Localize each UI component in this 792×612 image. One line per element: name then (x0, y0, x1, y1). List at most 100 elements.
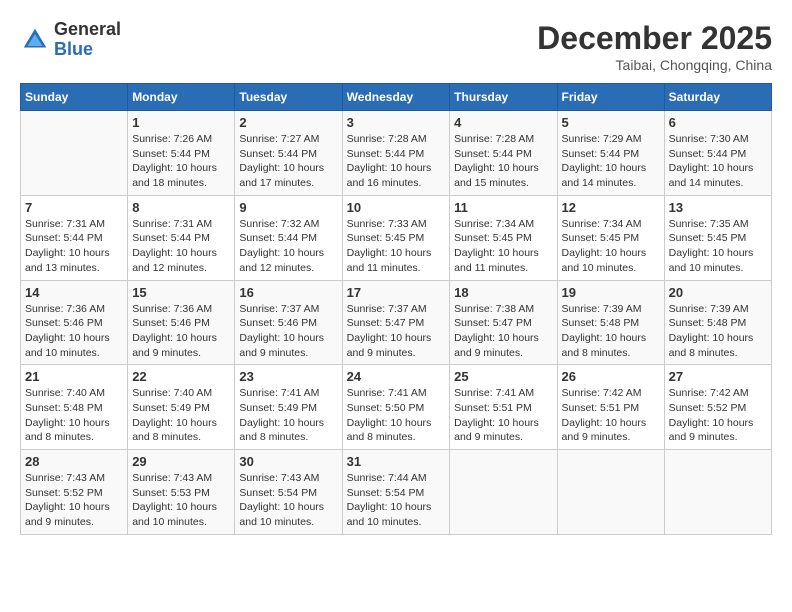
day-info: Sunrise: 7:40 AMSunset: 5:48 PMDaylight:… (25, 386, 123, 445)
calendar-cell: 30Sunrise: 7:43 AMSunset: 5:54 PMDayligh… (235, 450, 342, 535)
calendar-week-row: 28Sunrise: 7:43 AMSunset: 5:52 PMDayligh… (21, 450, 772, 535)
day-info: Sunrise: 7:36 AMSunset: 5:46 PMDaylight:… (25, 302, 123, 361)
day-info: Sunrise: 7:33 AMSunset: 5:45 PMDaylight:… (347, 217, 446, 276)
day-number: 11 (454, 200, 552, 215)
location: Taibai, Chongqing, China (537, 57, 772, 73)
calendar-week-row: 21 Sunrise: 7:40 AMSunset: 5:48 PMDayligh… (21, 365, 772, 450)
calendar-cell: 14 Sunrise: 7:36 AMSunset: 5:46 PMDayligh… (21, 280, 128, 365)
day-number: 19 (562, 285, 660, 300)
calendar-cell: 3Sunrise: 7:28 AMSunset: 5:44 PMDaylight… (342, 111, 450, 196)
day-info: Sunrise: 7:41 AMSunset: 5:50 PMDaylight:… (347, 386, 446, 445)
calendar-cell: 8 Sunrise: 7:31 AMSunset: 5:44 PMDaylight… (128, 195, 235, 280)
calendar-cell (664, 450, 771, 535)
day-number: 20 (669, 285, 767, 300)
day-number: 27 (669, 369, 767, 384)
day-info: Sunrise: 7:43 AMSunset: 5:54 PMDaylight:… (239, 471, 337, 530)
calendar-cell (21, 111, 128, 196)
day-info: Sunrise: 7:32 AMSunset: 5:44 PMDaylight:… (239, 217, 337, 276)
calendar-cell: 25 Sunrise: 7:41 AMSunset: 5:51 PMDayligh… (450, 365, 557, 450)
day-number: 15 (132, 285, 230, 300)
calendar-cell (450, 450, 557, 535)
calendar-cell: 18Sunrise: 7:38 AMSunset: 5:47 PMDayligh… (450, 280, 557, 365)
day-number: 7 (25, 200, 123, 215)
calendar-cell: 21 Sunrise: 7:40 AMSunset: 5:48 PMDayligh… (21, 365, 128, 450)
calendar-table: SundayMondayTuesdayWednesdayThursdayFrid… (20, 83, 772, 535)
day-number: 8 (132, 200, 230, 215)
day-number: 31 (347, 454, 446, 469)
day-info: Sunrise: 7:35 AMSunset: 5:45 PMDaylight:… (669, 217, 767, 276)
calendar-cell: 27 Sunrise: 7:42 AMSunset: 5:52 PMDayligh… (664, 365, 771, 450)
day-number: 1 (132, 115, 230, 130)
day-info: Sunrise: 7:41 AMSunset: 5:49 PMDaylight:… (239, 386, 337, 445)
day-number: 23 (239, 369, 337, 384)
logo-icon (20, 25, 50, 55)
day-number: 10 (347, 200, 446, 215)
day-number: 9 (239, 200, 337, 215)
calendar-cell: 13 Sunrise: 7:35 AMSunset: 5:45 PMDayligh… (664, 195, 771, 280)
day-header-tuesday: Tuesday (235, 84, 342, 111)
day-number: 6 (669, 115, 767, 130)
calendar-week-row: 7 Sunrise: 7:31 AMSunset: 5:44 PMDaylight… (21, 195, 772, 280)
calendar-cell: 16Sunrise: 7:37 AMSunset: 5:46 PMDayligh… (235, 280, 342, 365)
calendar-cell: 31 Sunrise: 7:44 AMSunset: 5:54 PMDayligh… (342, 450, 450, 535)
logo-general: General (54, 20, 121, 40)
day-info: Sunrise: 7:44 AMSunset: 5:54 PMDaylight:… (347, 471, 446, 530)
day-number: 22 (132, 369, 230, 384)
day-info: Sunrise: 7:43 AMSunset: 5:53 PMDaylight:… (132, 471, 230, 530)
day-header-sunday: Sunday (21, 84, 128, 111)
title-area: December 2025 Taibai, Chongqing, China (537, 20, 772, 73)
day-info: Sunrise: 7:36 AMSunset: 5:46 PMDaylight:… (132, 302, 230, 361)
day-info: Sunrise: 7:42 AMSunset: 5:51 PMDaylight:… (562, 386, 660, 445)
day-info: Sunrise: 7:37 AMSunset: 5:47 PMDaylight:… (347, 302, 446, 361)
day-info: Sunrise: 7:26 AMSunset: 5:44 PMDaylight:… (132, 132, 230, 191)
day-number: 12 (562, 200, 660, 215)
day-header-saturday: Saturday (664, 84, 771, 111)
calendar-cell: 1 Sunrise: 7:26 AMSunset: 5:44 PMDaylight… (128, 111, 235, 196)
day-info: Sunrise: 7:38 AMSunset: 5:47 PMDaylight:… (454, 302, 552, 361)
day-header-wednesday: Wednesday (342, 84, 450, 111)
calendar-cell: 29 Sunrise: 7:43 AMSunset: 5:53 PMDayligh… (128, 450, 235, 535)
day-info: Sunrise: 7:39 AMSunset: 5:48 PMDaylight:… (669, 302, 767, 361)
day-number: 2 (239, 115, 337, 130)
logo-blue: Blue (54, 40, 121, 60)
day-number: 25 (454, 369, 552, 384)
calendar-cell: 5Sunrise: 7:29 AMSunset: 5:44 PMDaylight… (557, 111, 664, 196)
calendar-week-row: 14 Sunrise: 7:36 AMSunset: 5:46 PMDayligh… (21, 280, 772, 365)
day-info: Sunrise: 7:28 AMSunset: 5:44 PMDaylight:… (454, 132, 552, 191)
day-number: 13 (669, 200, 767, 215)
calendar-cell: 7Sunrise: 7:31 AMSunset: 5:44 PMDaylight… (21, 195, 128, 280)
day-number: 17 (347, 285, 446, 300)
day-info: Sunrise: 7:39 AMSunset: 5:48 PMDaylight:… (562, 302, 660, 361)
day-number: 26 (562, 369, 660, 384)
day-number: 21 (25, 369, 123, 384)
day-info: Sunrise: 7:42 AMSunset: 5:52 PMDaylight:… (669, 386, 767, 445)
calendar-cell: 2 Sunrise: 7:27 AMSunset: 5:44 PMDaylight… (235, 111, 342, 196)
day-number: 4 (454, 115, 552, 130)
day-number: 14 (25, 285, 123, 300)
calendar-cell: 11 Sunrise: 7:34 AMSunset: 5:45 PMDayligh… (450, 195, 557, 280)
day-number: 24 (347, 369, 446, 384)
day-info: Sunrise: 7:40 AMSunset: 5:49 PMDaylight:… (132, 386, 230, 445)
calendar-week-row: 1 Sunrise: 7:26 AMSunset: 5:44 PMDaylight… (21, 111, 772, 196)
calendar-cell: 19 Sunrise: 7:39 AMSunset: 5:48 PMDayligh… (557, 280, 664, 365)
day-number: 29 (132, 454, 230, 469)
calendar-cell: 15 Sunrise: 7:36 AMSunset: 5:46 PMDayligh… (128, 280, 235, 365)
day-info: Sunrise: 7:34 AMSunset: 5:45 PMDaylight:… (454, 217, 552, 276)
calendar-cell: 28Sunrise: 7:43 AMSunset: 5:52 PMDayligh… (21, 450, 128, 535)
day-info: Sunrise: 7:41 AMSunset: 5:51 PMDaylight:… (454, 386, 552, 445)
day-header-friday: Friday (557, 84, 664, 111)
day-info: Sunrise: 7:43 AMSunset: 5:52 PMDaylight:… (25, 471, 123, 530)
calendar-cell: 22 Sunrise: 7:40 AMSunset: 5:49 PMDayligh… (128, 365, 235, 450)
day-header-monday: Monday (128, 84, 235, 111)
calendar-cell: 9 Sunrise: 7:32 AMSunset: 5:44 PMDaylight… (235, 195, 342, 280)
calendar-cell: 10 Sunrise: 7:33 AMSunset: 5:45 PMDayligh… (342, 195, 450, 280)
day-info: Sunrise: 7:28 AMSunset: 5:44 PMDaylight:… (347, 132, 446, 191)
day-info: Sunrise: 7:31 AMSunset: 5:44 PMDaylight:… (132, 217, 230, 276)
calendar-header-row: SundayMondayTuesdayWednesdayThursdayFrid… (21, 84, 772, 111)
calendar-cell: 6Sunrise: 7:30 AMSunset: 5:44 PMDaylight… (664, 111, 771, 196)
calendar-cell: 23 Sunrise: 7:41 AMSunset: 5:49 PMDayligh… (235, 365, 342, 450)
calendar-cell: 12Sunrise: 7:34 AMSunset: 5:45 PMDayligh… (557, 195, 664, 280)
calendar-cell: 17 Sunrise: 7:37 AMSunset: 5:47 PMDayligh… (342, 280, 450, 365)
logo-text: General Blue (54, 20, 121, 60)
day-info: Sunrise: 7:27 AMSunset: 5:44 PMDaylight:… (239, 132, 337, 191)
